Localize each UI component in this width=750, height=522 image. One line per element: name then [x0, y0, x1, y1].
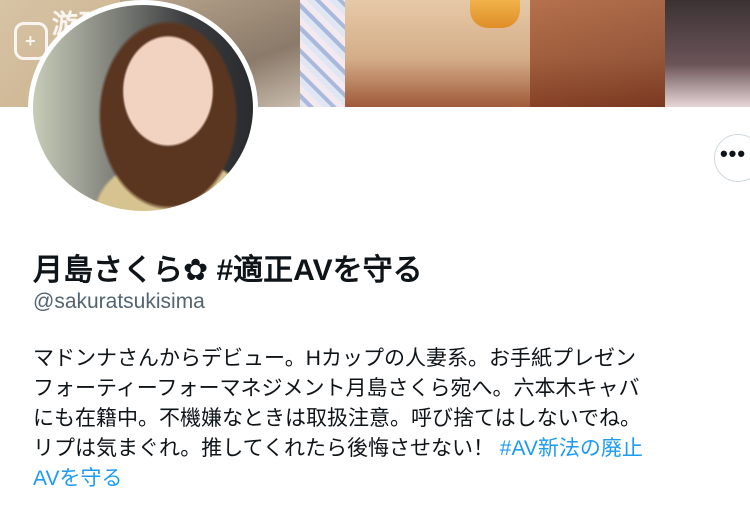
bio-line: マドンナさんからデビュー。Hカップの人妻系。お手紙プレゼン: [33, 344, 750, 374]
hashtag-link[interactable]: AVを守る: [33, 467, 122, 490]
bio-line: にも在籍中。不機嫌なときは取扱注意。呼び捨てはしないでね。: [33, 404, 750, 434]
user-handle: @sakuratsukisima: [33, 290, 205, 313]
bio-line: フォーティーフォーマネジメント月島さくら宛へ。六本木キャバ: [33, 374, 750, 404]
bio-text: にも在籍中。不機嫌なときは取扱注意。呼び捨てはしないでね。: [33, 407, 641, 430]
banner-photo-segment: [665, 0, 750, 107]
more-dots-icon: •••: [719, 141, 747, 166]
bio-line: リプは気まぐれ。推してくれたら後悔させない！ #AV新法の廃止: [33, 434, 750, 464]
hashtag-link[interactable]: #AV新法の廃止: [500, 437, 643, 460]
banner-drink-glass: [470, 0, 520, 28]
banner-photo-segment: [530, 0, 665, 107]
bio-line: AVを守る: [33, 464, 750, 494]
bio-text: マドンナさんからデビュー。Hカップの人妻系。お手紙プレゼン: [33, 347, 636, 370]
display-name: 月島さくら✿ #適正AVを守る: [33, 254, 423, 287]
bio-text: リプは気まぐれ。推してくれたら後悔させない！: [33, 437, 494, 460]
avatar[interactable]: [28, 0, 258, 216]
more-options-button[interactable]: •••: [714, 134, 750, 182]
profile-bio: マドンナさんからデビュー。Hカップの人妻系。お手紙プレゼン フォーティーフォーマ…: [33, 344, 750, 494]
bio-text: フォーティーフォーマネジメント月島さくら宛へ。六本木キャバ: [33, 377, 640, 400]
